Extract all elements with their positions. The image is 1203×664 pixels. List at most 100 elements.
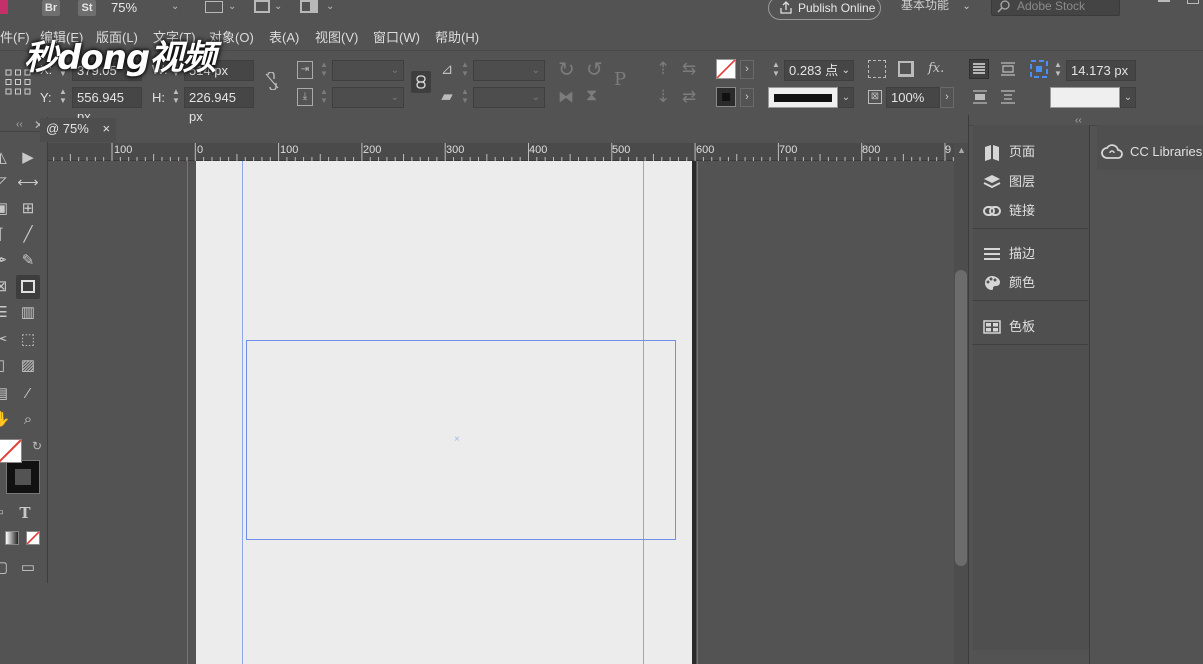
- chevron-down-icon[interactable]: ⌄: [274, 1, 282, 12]
- rotate-clockwise-icon[interactable]: ↻: [558, 57, 575, 82]
- fill-swatch-icon[interactable]: [716, 59, 736, 79]
- table-tool-icon[interactable]: ☰: [0, 302, 12, 324]
- zoom-tool-icon[interactable]: ⌕: [17, 409, 39, 431]
- stroke-weight-field[interactable]: 0.283 点 ⌄: [784, 60, 854, 81]
- normal-view-icon[interactable]: ▢: [0, 557, 12, 579]
- apply-none-icon[interactable]: [26, 531, 40, 545]
- menu-table[interactable]: 表(A): [269, 27, 299, 46]
- h-stepper[interactable]: ▲ ▼: [170, 87, 182, 108]
- text-wrap-jump-icon[interactable]: [999, 88, 1017, 106]
- opacity-chevron-icon[interactable]: ›: [940, 87, 954, 108]
- text-wrap-bounding-icon[interactable]: [999, 60, 1017, 78]
- rotation-field[interactable]: ⌄: [473, 60, 545, 81]
- gap-tool-icon[interactable]: ⟷: [17, 172, 39, 194]
- stroke-type-chevron-icon[interactable]: ⌄: [838, 87, 854, 108]
- drop-shadow-icon[interactable]: [898, 61, 914, 77]
- select-next-object-icon[interactable]: ⇄: [682, 87, 696, 107]
- y-position-field[interactable]: 556.945 px: [72, 87, 142, 124]
- shear-field[interactable]: ⌄: [473, 87, 545, 108]
- flip-vertical-icon[interactable]: ⧗: [586, 87, 597, 105]
- maximize-icon[interactable]: [1187, 0, 1199, 4]
- auto-fit-spacing-icon[interactable]: [1030, 60, 1048, 78]
- content-placer-icon[interactable]: ⊞: [17, 198, 39, 220]
- gradient-feather-tool-icon[interactable]: ▨: [17, 355, 39, 377]
- direct-selection-tool-icon[interactable]: ▶: [17, 147, 39, 169]
- hand-tool-icon[interactable]: ✋: [0, 409, 12, 431]
- object-style-select[interactable]: [1050, 87, 1120, 108]
- panel-cc-libraries[interactable]: CC Libraries: [1101, 141, 1203, 163]
- select-previous-object-icon[interactable]: ⇆: [682, 59, 696, 79]
- frame-fitting-icon[interactable]: [868, 60, 886, 78]
- panel-color[interactable]: 颜色: [983, 272, 1073, 294]
- panel-pages[interactable]: 页面: [983, 141, 1073, 163]
- stroke-weight-stepper[interactable]: ▲ ▼: [770, 60, 782, 81]
- text-wrap-shape-icon[interactable]: [971, 88, 989, 106]
- select-content-icon[interactable]: ⇣: [656, 87, 670, 107]
- note-tool-icon[interactable]: ▤: [0, 383, 12, 405]
- selected-rectangle-frame[interactable]: ×: [246, 340, 676, 540]
- document-tab[interactable]: @ 75% ×: [40, 118, 116, 142]
- horizontal-ruler[interactable]: 100 0 100 200 300 400 500 600 700 800 9: [48, 143, 954, 161]
- stroke-menu-chevron-icon[interactable]: ›: [740, 88, 754, 107]
- stroke-swatch-icon[interactable]: [716, 87, 736, 107]
- document-page[interactable]: ×: [196, 161, 692, 664]
- line-tool-icon[interactable]: ╱: [17, 224, 39, 246]
- rectangle-frame-tool-icon[interactable]: ⊠: [0, 276, 12, 298]
- menu-object[interactable]: 对象(O): [209, 27, 254, 46]
- free-transform-tool-icon[interactable]: ⬚: [17, 329, 39, 351]
- view-options-icon[interactable]: [205, 1, 223, 13]
- collapse-toolbox-icon[interactable]: ‹‹: [16, 119, 23, 130]
- panel-stroke[interactable]: 描边: [983, 243, 1073, 265]
- panel-swatches[interactable]: 色板: [983, 316, 1073, 338]
- indesign-logo[interactable]: [0, 0, 8, 14]
- panel-layers[interactable]: 图层: [983, 171, 1073, 193]
- screen-mode-icon[interactable]: [254, 0, 270, 13]
- text-wrap-none-button[interactable]: [969, 59, 989, 79]
- publish-online-button[interactable]: Publish Online: [768, 0, 881, 20]
- screen-mode-icon[interactable]: ▭: [17, 557, 39, 579]
- formatting-text-icon[interactable]: T: [14, 502, 36, 524]
- chevron-down-icon[interactable]: ⌄: [228, 1, 236, 12]
- selection-tool-icon[interactable]: ◭: [0, 147, 12, 169]
- apply-gradient-icon[interactable]: [5, 531, 19, 545]
- arrange-documents-icon[interactable]: [300, 0, 318, 13]
- swap-fill-stroke-icon[interactable]: ↻: [32, 439, 42, 453]
- zoom-level[interactable]: 75%: [111, 0, 137, 15]
- eyedropper-tool-icon[interactable]: ⁄: [17, 383, 39, 405]
- menu-window[interactable]: 窗口(W): [373, 27, 420, 46]
- scale-y-stepper[interactable]: ▲ ▼: [318, 87, 330, 108]
- zoom-chevron-down-icon[interactable]: ⌄: [171, 1, 179, 12]
- scale-y-field[interactable]: ⌄: [332, 87, 404, 108]
- constrain-proportions-icon[interactable]: [264, 72, 280, 90]
- workspace-switcher[interactable]: 基本功能 ⌄: [901, 0, 971, 13]
- menu-view[interactable]: 视图(V): [315, 27, 358, 46]
- minimize-icon[interactable]: [1158, 0, 1170, 2]
- gradient-swatch-tool-icon[interactable]: ▯: [0, 355, 12, 377]
- select-container-icon[interactable]: ⇡: [656, 59, 670, 79]
- spacing-stepper[interactable]: ▲ ▼: [1052, 60, 1064, 81]
- rotate-counterclockwise-icon[interactable]: ↺: [586, 57, 603, 82]
- content-collector-icon[interactable]: ▣: [0, 198, 12, 220]
- stock-search-input[interactable]: Adobe Stock: [991, 0, 1120, 16]
- scrollbar-thumb[interactable]: [955, 270, 967, 566]
- menu-help[interactable]: 帮助(H): [435, 27, 479, 46]
- object-style-chevron-icon[interactable]: ⌄: [1120, 87, 1136, 108]
- formatting-container-icon[interactable]: ▫: [0, 502, 12, 524]
- scissors-tool-icon[interactable]: ✂: [0, 329, 12, 351]
- y-stepper[interactable]: ▲ ▼: [57, 87, 69, 108]
- rotation-stepper[interactable]: ▲ ▼: [459, 60, 471, 81]
- opacity-field[interactable]: 100%: [886, 87, 940, 108]
- scroll-up-icon[interactable]: ▲: [957, 145, 966, 155]
- grid-tool-icon[interactable]: ▥: [17, 302, 39, 324]
- chevron-down-icon[interactable]: ⌄: [326, 1, 334, 12]
- stroke-color-swatch[interactable]: [6, 460, 40, 494]
- type-tool-icon[interactable]: ⌈: [0, 224, 12, 246]
- constrain-scale-button[interactable]: [411, 71, 431, 93]
- shear-stepper[interactable]: ▲ ▼: [459, 87, 471, 108]
- fill-menu-chevron-icon[interactable]: ›: [740, 60, 754, 79]
- scale-x-stepper[interactable]: ▲ ▼: [318, 60, 330, 81]
- rectangle-tool-button[interactable]: [16, 275, 40, 299]
- spacing-field[interactable]: 14.173 px: [1066, 60, 1136, 81]
- pen-tool-icon[interactable]: ✒: [0, 250, 12, 272]
- fill-color-swatch[interactable]: [0, 439, 22, 463]
